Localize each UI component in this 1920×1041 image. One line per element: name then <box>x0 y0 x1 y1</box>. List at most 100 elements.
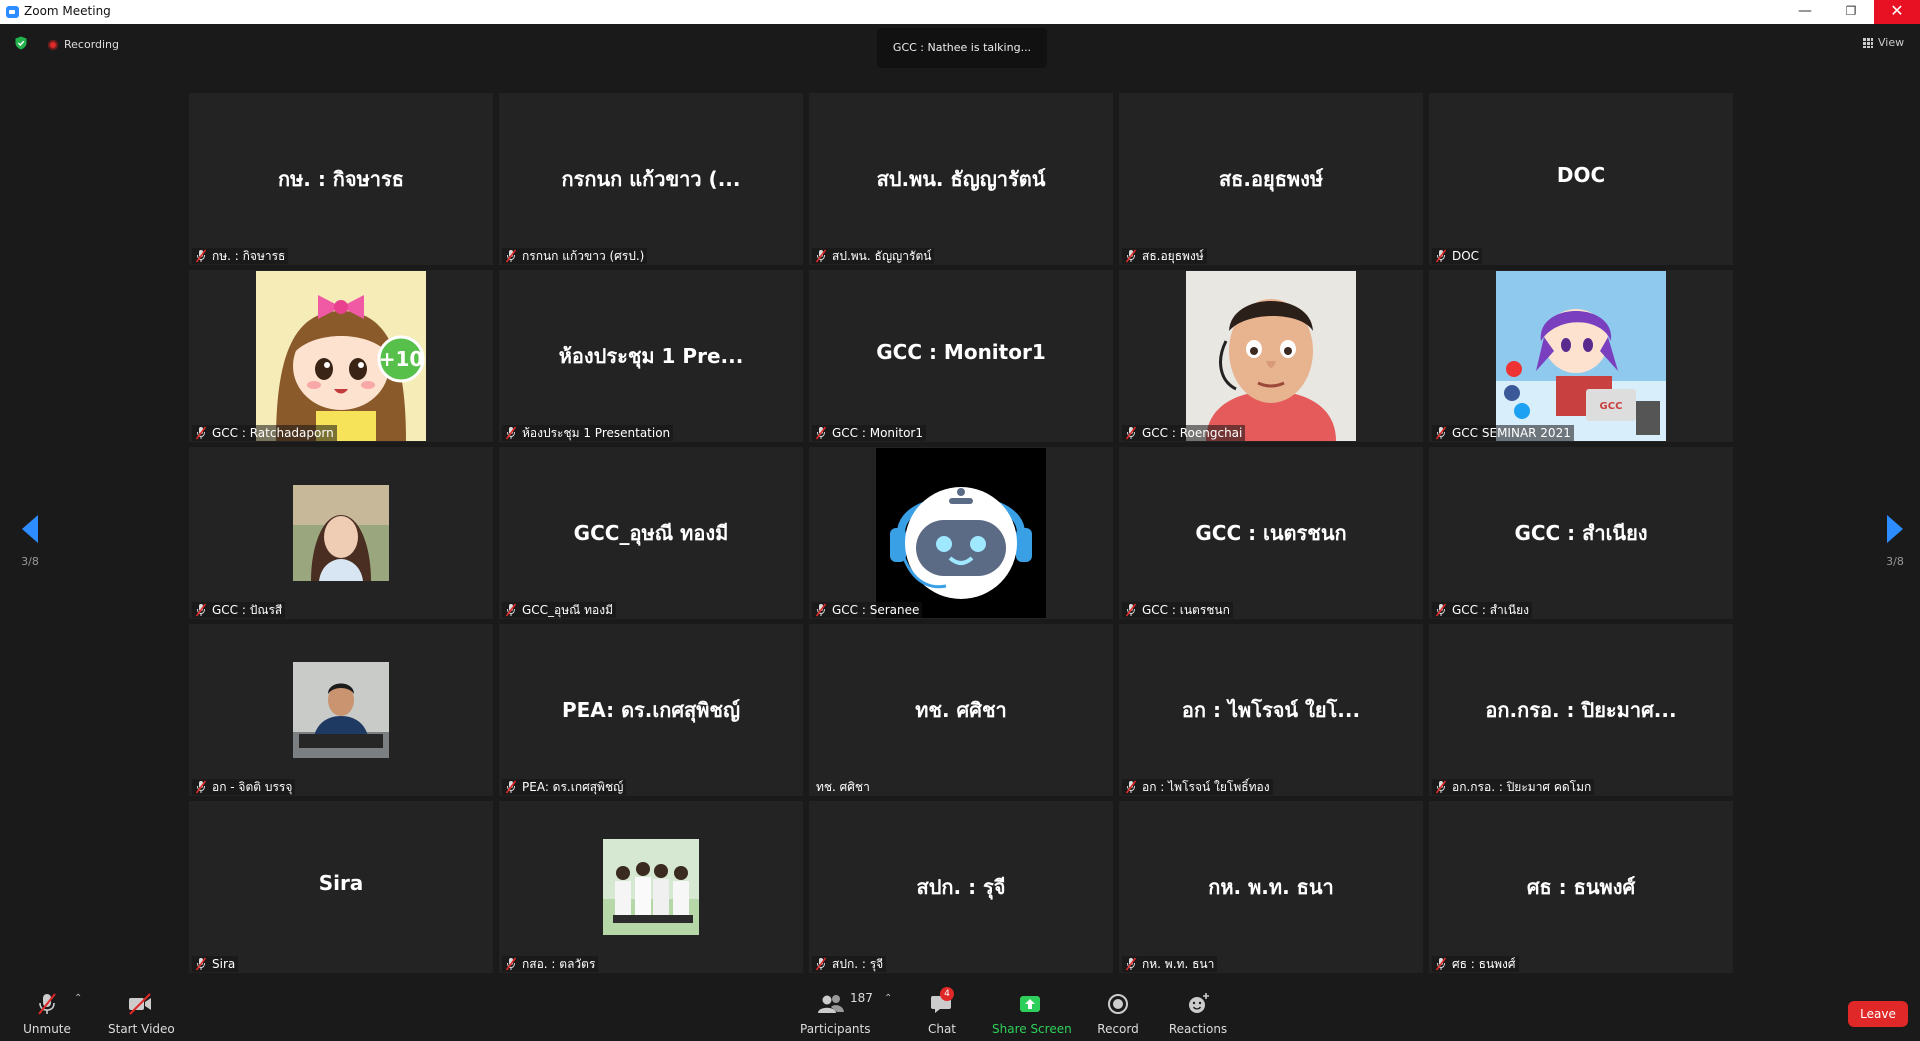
participant-tile[interactable]: GCC : Seranee <box>809 447 1113 619</box>
participant-tile[interactable]: อก - จิตติ บรรจุ <box>189 624 493 796</box>
participant-tile[interactable]: สธ.อยุธพงษ์ สธ.อยุธพงษ์ <box>1119 93 1423 265</box>
participant-name-text: GCC : Seranee <box>832 603 920 617</box>
participant-name-text: GCC_อุษณี ทองมี <box>522 602 614 617</box>
title-bar: Zoom Meeting — ❐ ✕ <box>0 0 1920 24</box>
restore-button[interactable]: ❐ <box>1828 0 1874 24</box>
participant-tile[interactable]: GCC : เนตรชนก GCC : เนตรชนก <box>1119 447 1423 619</box>
participants-options-caret-icon[interactable]: ⌃ <box>884 993 892 1004</box>
participant-tile[interactable]: GCC : Monitor1 GCC : Monitor1 <box>809 270 1113 442</box>
meeting-toolbar: Unmute ⌃ Start Video 187 Participants ⌃ … <box>0 977 1920 1041</box>
participant-tile[interactable]: สปก. : รุจี สปก. : รุจี <box>809 801 1113 973</box>
participant-name-label: GCC : Monitor1 <box>812 425 926 441</box>
participant-tile[interactable]: อก : ไพโรจน์ ใยโ... อก : ไพโรจน์ ใยโพธิ์ท… <box>1119 624 1423 796</box>
participant-tile[interactable]: GCC GCC SEMINAR 2021 <box>1429 270 1733 442</box>
muted-mic-icon <box>815 249 827 263</box>
participant-name-label: อก : ไพโรจน์ ใยโพธิ์ทอง <box>1122 779 1273 795</box>
participant-name-text: อก - จิตติ บรรจุ <box>212 779 293 794</box>
recording-dot-icon <box>48 39 58 50</box>
woman-photo <box>293 485 389 581</box>
participant-tile[interactable]: กรกนก แก้วขาว (... กรกนก แก้วขาว (ศรป.) <box>499 93 803 265</box>
participant-name-label: ทช. ศศิชา <box>816 779 873 795</box>
muted-mic-icon <box>1125 957 1137 971</box>
participant-tile[interactable]: ห้องประชุม 1 Pre... ห้องประชุม 1 Presenta… <box>499 270 803 442</box>
audio-options-caret-icon[interactable]: ⌃ <box>74 993 82 1004</box>
leave-button[interactable]: Leave <box>1848 1001 1908 1027</box>
page-indicator-right: 3/8 <box>1886 555 1904 568</box>
recording-indicator[interactable]: Recording <box>48 38 119 51</box>
participant-name-text: GCC : ปัณรสี <box>212 602 283 617</box>
participant-name-text: DOC <box>1452 249 1480 263</box>
participant-tile[interactable]: GCC : สำเนียง GCC : สำเนียง <box>1429 447 1733 619</box>
active-speaker-banner: GCC : Nathee is talking... <box>877 28 1047 68</box>
page-indicator-left: 3/8 <box>21 555 39 568</box>
participant-name-label: ศธ : ธนพงศ์ <box>1432 956 1519 972</box>
participant-tile[interactable]: สป.พน. ธัญญารัตน์ สป.พน. ธัญญารัตน์ <box>809 93 1113 265</box>
participant-count: 187 <box>850 991 873 1005</box>
muted-mic-icon <box>815 426 827 440</box>
zoom-app-icon <box>6 6 19 18</box>
muted-mic-icon <box>1125 249 1137 263</box>
participant-tile[interactable]: Sira Sira <box>189 801 493 973</box>
participant-tile[interactable]: ศธ : ธนพงศ์ ศธ : ธนพงศ์ <box>1429 801 1733 973</box>
cartoon-girl-avatar: +10 <box>256 271 426 441</box>
window-title: Zoom Meeting <box>24 4 111 18</box>
participant-name-text: สธ.อยุธพงษ์ <box>1142 248 1204 263</box>
share-screen-button[interactable]: Share Screen <box>992 991 1072 1036</box>
group-photo <box>603 839 699 935</box>
participant-tile[interactable]: GCC : ปัณรสี <box>189 447 493 619</box>
participant-display-name: PEA: ดร.เกศสุพิชญ์ <box>561 698 741 722</box>
seminar-avatar: GCC <box>1496 271 1666 441</box>
muted-microphone-icon <box>38 993 56 1015</box>
previous-page-button[interactable]: 3/8 <box>15 515 45 568</box>
participant-tile[interactable]: GCC : Roengchai <box>1119 270 1423 442</box>
participant-name-label: GCC : Ratchadaporn <box>192 425 337 441</box>
participant-display-name: กรกนก แก้วขาว (... <box>561 167 741 191</box>
participant-display-name: ศธ : ธนพงศ์ <box>1526 875 1636 899</box>
participants-button[interactable]: 187 Participants <box>800 991 873 1036</box>
participant-display-name: กษ. : กิจษารธ <box>277 167 404 191</box>
participant-name-label: Sira <box>192 956 239 972</box>
reactions-button[interactable]: Reactions <box>1168 991 1228 1036</box>
participant-name-label: กสอ. : ตลวัตร <box>502 956 599 972</box>
unmute-button[interactable]: Unmute <box>22 991 72 1036</box>
participant-name-text: PEA: ดร.เกศสุพิชญ์ <box>522 779 624 794</box>
participant-tile[interactable]: อก.กรอ. : ปิยะมาศ... อก.กรอ. : ปิยะมาศ คด… <box>1429 624 1733 796</box>
share-screen-icon <box>1020 996 1040 1012</box>
participant-tile[interactable]: กห. พ.ท. ธนา กห. พ.ท. ธนา <box>1119 801 1423 973</box>
start-video-button[interactable]: Start Video <box>108 991 175 1036</box>
participant-tile[interactable]: ทช. ศศิชา ทช. ศศิชา <box>809 624 1113 796</box>
participant-name-text: ศธ : ธนพงศ์ <box>1452 956 1516 971</box>
video-off-icon <box>129 993 151 1015</box>
muted-mic-icon <box>195 957 207 971</box>
participant-name-text: GCC : สำเนียง <box>1452 602 1529 617</box>
participant-tile[interactable]: กสอ. : ตลวัตร <box>499 801 803 973</box>
participant-tile[interactable]: กษ. : กิจษารธ กษ. : กิจษารธ <box>189 93 493 265</box>
participant-tile[interactable]: +10 GCC : Ratchadaporn <box>189 270 493 442</box>
participant-display-name: GCC_อุษณี ทองมี <box>573 521 729 545</box>
chat-unread-badge: 4 <box>940 987 954 1001</box>
record-button[interactable]: Record <box>1092 991 1144 1036</box>
participants-icon <box>818 995 844 1013</box>
participant-tile[interactable]: DOC DOC <box>1429 93 1733 265</box>
next-page-button[interactable]: 3/8 <box>1880 515 1910 568</box>
participant-tile[interactable]: GCC_อุษณี ทองมี GCC_อุษณี ทองมี <box>499 447 803 619</box>
participant-name-text: กห. พ.ท. ธนา <box>1142 956 1215 971</box>
participant-display-name: GCC : เนตรชนก <box>1195 521 1347 545</box>
muted-mic-icon <box>1435 957 1447 971</box>
chat-button[interactable]: 4 Chat <box>922 987 962 1036</box>
minimize-button[interactable]: — <box>1782 0 1828 24</box>
participant-name-label: GCC : Roengchai <box>1122 425 1246 441</box>
svg-text:+10: +10 <box>379 347 424 371</box>
participant-display-name: สธ.อยุธพงษ์ <box>1218 167 1324 191</box>
participants-label: Participants <box>800 1022 871 1036</box>
close-button[interactable]: ✕ <box>1874 0 1920 24</box>
reactions-label: Reactions <box>1168 1022 1228 1036</box>
participant-display-name: สป.พน. ธัญญารัตน์ <box>876 167 1046 191</box>
muted-mic-icon <box>505 780 517 794</box>
muted-mic-icon <box>1125 603 1137 617</box>
view-button[interactable]: View <box>1863 36 1904 49</box>
participant-name-label: GCC : Seranee <box>812 602 923 618</box>
participant-tile[interactable]: PEA: ดร.เกศสุพิชญ์ PEA: ดร.เกศสุพิชญ์ <box>499 624 803 796</box>
participant-grid: กษ. : กิจษารธ กษ. : กิจษารธ กรกนก แก้วขาว … <box>189 93 1733 973</box>
security-shield-icon[interactable] <box>14 36 28 50</box>
